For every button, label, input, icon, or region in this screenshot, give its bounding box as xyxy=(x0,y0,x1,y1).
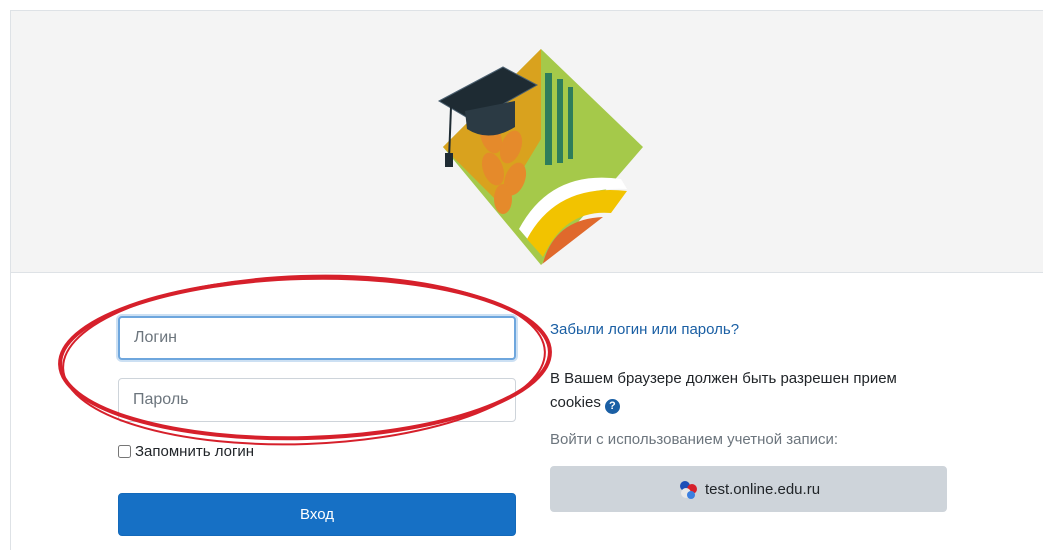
cookies-notice-text: В Вашем браузере должен быть разрешен пр… xyxy=(550,370,897,411)
university-logo xyxy=(437,49,643,265)
login-button[interactable]: Вход xyxy=(118,493,516,536)
sso-login-button[interactable]: test.online.edu.ru xyxy=(550,466,947,512)
remember-login[interactable]: Запомнить логин xyxy=(118,443,254,460)
login-page: Запомнить логин Вход Забыли логин или па… xyxy=(10,10,1043,550)
sso-label: Войти с использованием учетной записи: xyxy=(550,431,839,448)
logo-stripe xyxy=(568,87,573,159)
multi-color-blocks-icon xyxy=(679,481,697,499)
header-banner xyxy=(11,11,1043,273)
logo-stripe xyxy=(545,73,552,165)
logo-stripe xyxy=(557,79,563,163)
cookies-notice: В Вашем браузере должен быть разрешен пр… xyxy=(550,367,910,415)
question-circle-icon[interactable]: ? xyxy=(604,399,620,414)
password-input[interactable] xyxy=(118,378,516,422)
username-input[interactable] xyxy=(118,316,516,360)
wheat-grain-icon xyxy=(494,184,512,214)
sso-login-label: test.online.edu.ru xyxy=(704,480,821,498)
forgot-password-link[interactable]: Забыли логин или пароль? xyxy=(550,321,739,338)
remember-login-label: Запомнить логин xyxy=(135,443,255,460)
remember-login-checkbox[interactable] xyxy=(118,445,131,458)
